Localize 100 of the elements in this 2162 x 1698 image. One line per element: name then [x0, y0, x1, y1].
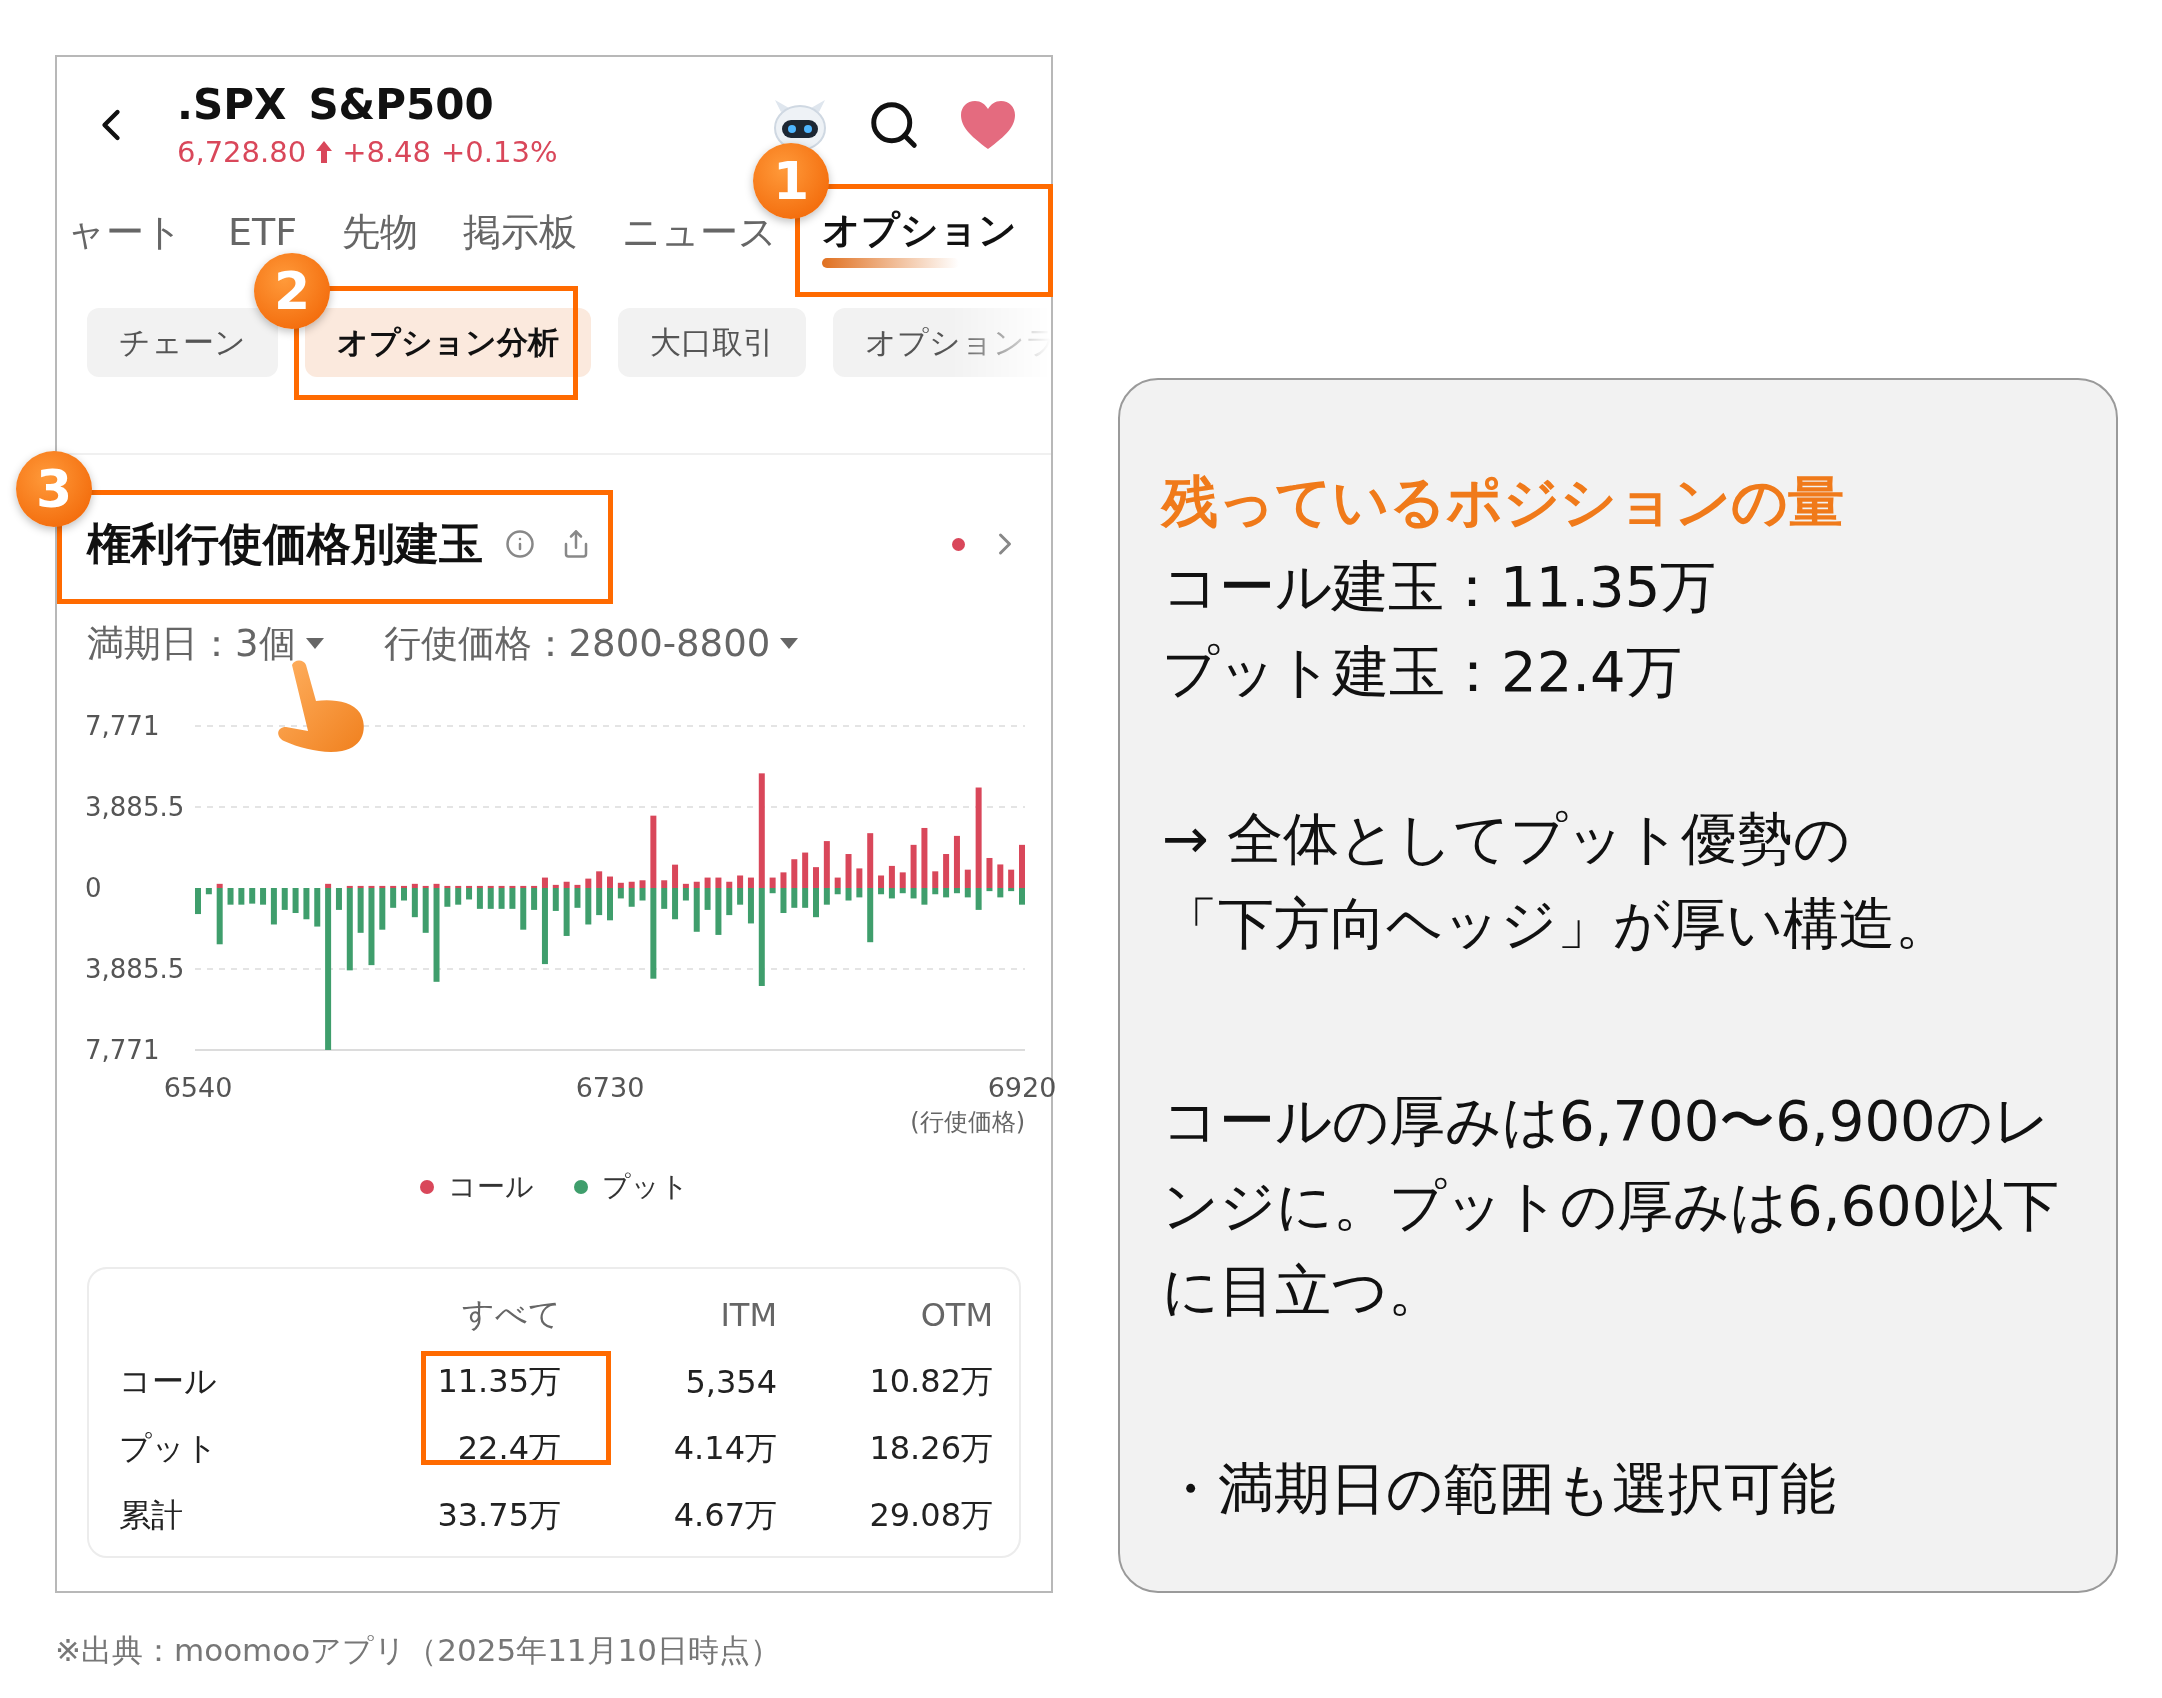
- put-bar: [498, 888, 505, 909]
- put-bar: [563, 888, 570, 936]
- put-bar: [520, 888, 527, 930]
- put-bar: [249, 888, 256, 904]
- filter-dropdown[interactable]: 行使価格：2800-8800: [383, 619, 799, 669]
- put-bar: [867, 888, 874, 943]
- put-bar: [780, 888, 787, 913]
- price: 6,728.80: [177, 135, 307, 169]
- put-bar: [444, 888, 451, 907]
- put-bar: [726, 888, 733, 916]
- call-bar: [953, 835, 960, 888]
- legend-label: コール: [447, 1169, 534, 1205]
- call-bar: [878, 875, 885, 888]
- call-bar: [867, 833, 874, 888]
- put-bar: [455, 888, 462, 905]
- put-bar: [899, 888, 906, 894]
- caret-icon: [305, 638, 324, 650]
- call-bar: [856, 868, 863, 888]
- tab[interactable]: ャート: [67, 206, 183, 258]
- call-bar: [921, 827, 928, 888]
- put-bar: [227, 888, 234, 905]
- call-bar: [617, 882, 624, 888]
- put-bar: [607, 888, 613, 921]
- axis-label: 7,771: [85, 711, 160, 741]
- note-line: コール建玉：11.35万: [1162, 553, 1718, 621]
- table-cell-text: 4.14万: [673, 1427, 777, 1469]
- put-bar: [791, 888, 798, 908]
- sub-tab[interactable]: 大口取引: [618, 308, 806, 377]
- put-bar: [195, 888, 201, 915]
- table-cell: 5,354: [685, 1362, 777, 1401]
- call-bar: [661, 880, 668, 888]
- column-header: ITM: [720, 1295, 777, 1334]
- heart-icon[interactable]: [959, 98, 1017, 151]
- put-bar: [639, 888, 646, 901]
- index-name: S&P500: [308, 80, 494, 129]
- call-bar: [704, 877, 711, 888]
- table-cell-text: 10.82万: [869, 1360, 993, 1402]
- put-bar: [661, 888, 668, 909]
- put-bar: [834, 888, 841, 895]
- call-bar: [986, 858, 993, 888]
- put-bar: [715, 888, 722, 935]
- put-bar: [845, 888, 852, 901]
- call-bar: [791, 859, 798, 888]
- note-bullet: ・満期日の範囲も選択可能: [1162, 1455, 1837, 1523]
- put-bar: [921, 888, 928, 905]
- call-bar: [845, 854, 852, 888]
- call-bar: [596, 871, 603, 888]
- axis-label: 6540: [163, 1072, 233, 1103]
- call-bar: [910, 844, 917, 888]
- put-bar: [476, 888, 483, 909]
- sub-tab[interactable]: チェーン: [87, 308, 278, 377]
- call-bar: [747, 877, 754, 888]
- sub-tab[interactable]: オプション分析: [305, 308, 591, 377]
- put-bar: [628, 888, 635, 907]
- table-cell-text: 18.26万: [869, 1427, 993, 1469]
- tab[interactable]: 先物: [342, 206, 419, 258]
- call-bar: [693, 881, 700, 888]
- put-bar: [932, 888, 939, 895]
- put-bar: [314, 888, 321, 927]
- put-bar: [303, 888, 310, 920]
- put-bar: [704, 888, 711, 910]
- info-icon[interactable]: [505, 529, 535, 559]
- note-heading: 残っているポジションの量: [1162, 468, 1845, 536]
- put-bar: [466, 888, 473, 900]
- tab[interactable]: 掲示板: [463, 206, 578, 258]
- step-number: 2: [254, 253, 330, 329]
- arrow-up-icon: [316, 141, 333, 163]
- ticker-symbol: .SPX: [177, 80, 287, 129]
- put-bar: [574, 888, 581, 908]
- filter-dropdown[interactable]: 満期日：3個: [87, 619, 324, 669]
- call-bar: [672, 864, 679, 888]
- call-bar: [888, 865, 895, 888]
- put-bar: [910, 888, 917, 899]
- row-label: コール: [119, 1360, 218, 1402]
- table-cell-text: 11.35万: [437, 1360, 561, 1402]
- put-bar: [997, 888, 1004, 898]
- legend-label: プット: [601, 1169, 689, 1205]
- call-bar: [932, 871, 939, 888]
- step-number: 3: [16, 451, 92, 527]
- call-bar: [834, 877, 841, 888]
- put-bar: [1019, 888, 1025, 905]
- put-bar: [281, 888, 288, 910]
- put-bar: [964, 888, 971, 898]
- call-bar: [715, 877, 722, 888]
- tab[interactable]: ETF: [228, 210, 298, 254]
- put-bar: [487, 888, 494, 909]
- put-bar: [596, 888, 603, 916]
- put-bar: [238, 888, 245, 905]
- axis-label: 6730: [575, 1072, 645, 1103]
- call-bar: [563, 881, 570, 888]
- put-bar: [878, 888, 885, 895]
- call-bar: [726, 881, 733, 888]
- put-bar: [856, 888, 863, 898]
- row-label: プット: [119, 1427, 219, 1469]
- put-bar: [813, 888, 819, 918]
- put-bar: [737, 888, 744, 905]
- call-bar: [639, 880, 646, 888]
- put-bar: [390, 888, 397, 908]
- put-bar: [411, 888, 418, 918]
- column-header: すべて: [462, 1293, 561, 1335]
